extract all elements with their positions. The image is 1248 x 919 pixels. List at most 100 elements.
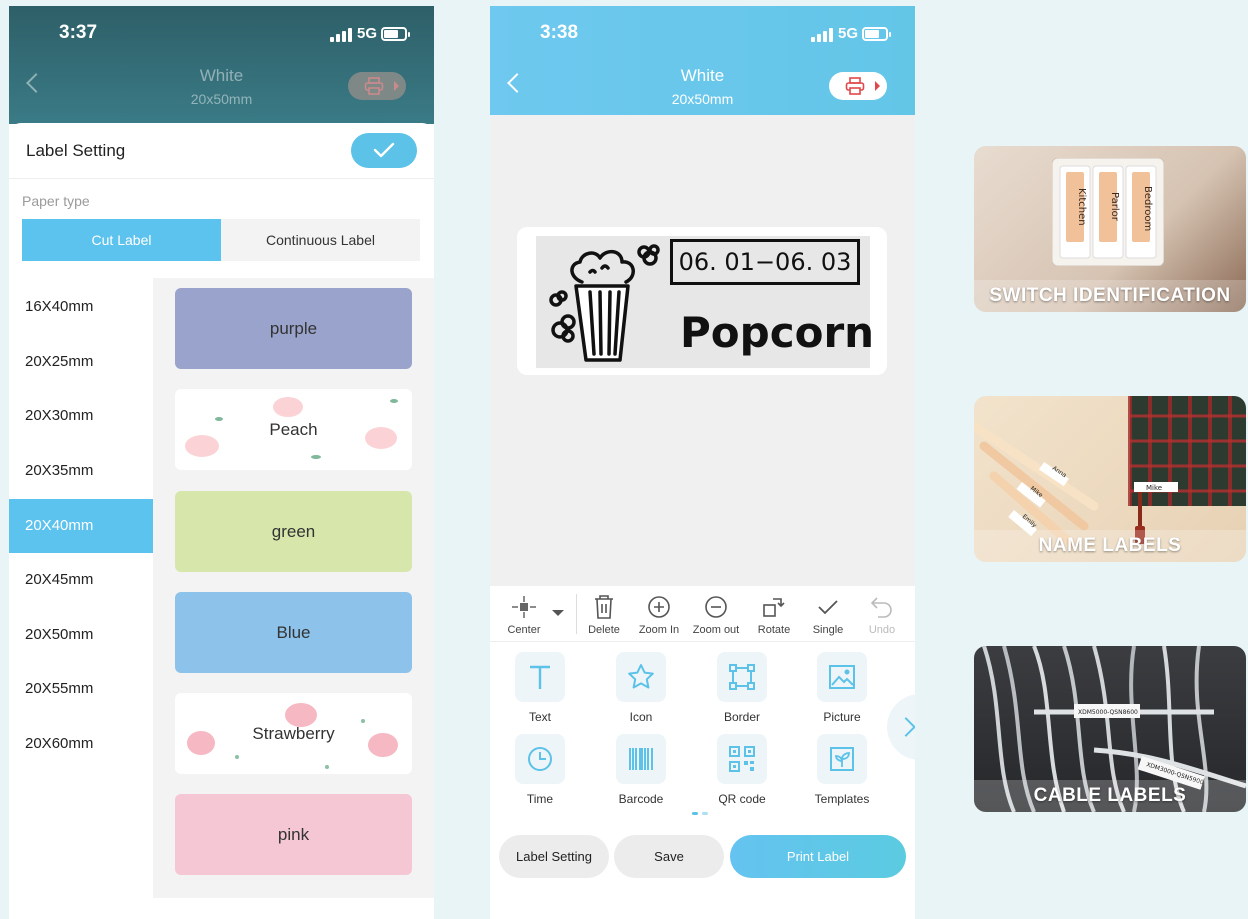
center-dropdown-icon[interactable]: [552, 610, 564, 616]
peach-decoration: [185, 435, 219, 457]
check-icon: [373, 142, 395, 158]
color-card-pink[interactable]: pink: [175, 794, 412, 875]
switch-label: Bedroom: [1142, 186, 1153, 231]
color-card-green[interactable]: green: [175, 491, 412, 572]
rotate-icon: [763, 598, 785, 617]
color-card-label: Peach: [269, 420, 318, 439]
rotate-tool[interactable]: Rotate: [752, 586, 796, 642]
tool-label: Rotate: [757, 624, 791, 636]
picture-icon: [817, 652, 867, 702]
size-option-selected[interactable]: 20X40mm: [9, 499, 153, 553]
date-text-element[interactable]: 06. 01−06. 03: [670, 239, 860, 285]
add-icon-button[interactable]: Icon: [601, 652, 681, 728]
network-type: 5G: [356, 25, 377, 42]
print-label-button[interactable]: Print Label: [730, 835, 906, 878]
templates-button[interactable]: Templates: [802, 734, 882, 810]
label-setting-sheet: Label Setting Paper type Cut Label Conti…: [9, 123, 434, 919]
cable-label: XDM5000-QSN8600: [1078, 709, 1138, 716]
printer-button[interactable]: [348, 72, 406, 100]
printer-button[interactable]: [829, 72, 887, 100]
printer-icon: [845, 77, 865, 95]
peach-decoration: [365, 427, 397, 449]
network-type: 5G: [837, 25, 858, 42]
tool-label: Single: [812, 624, 844, 636]
name-label: Mike: [1146, 484, 1162, 492]
size-color-panel: 16X40mm 20X25mm 20X30mm 20X35mm 20X40mm …: [9, 278, 434, 898]
tool-label: Center: [507, 624, 541, 636]
label-setting-screen: 3:37 5G White 20x50mm Label Setting Pape…: [9, 6, 434, 919]
cable-labels-card: XDM5000-QSN8600 XDM3000-QSN5900 CABLE LA…: [974, 646, 1246, 812]
label-canvas[interactable]: 06. 01−06. 03 Popcorn: [517, 227, 887, 375]
popcorn-icon: [549, 244, 660, 362]
page-indicator: [692, 812, 712, 816]
switch-label: Kitchen: [1076, 188, 1087, 226]
center-tool[interactable]: Center: [496, 586, 552, 642]
trash-icon: [595, 595, 613, 619]
add-border-button[interactable]: Border: [702, 652, 782, 728]
label-editor-screen: 3:38 5G White 20x50mm 06. 01−06. 03 Popc…: [490, 6, 915, 919]
size-option[interactable]: 20X55mm: [9, 662, 153, 716]
color-card-label: purple: [269, 319, 318, 338]
continuous-label-option[interactable]: Continuous Label: [221, 219, 420, 261]
element-label: QR code: [718, 792, 766, 806]
size-option[interactable]: 20X50mm: [9, 608, 153, 662]
light-switch-image: Kitchen Parlor Bedroom: [1052, 158, 1164, 266]
add-barcode-button[interactable]: Barcode: [601, 734, 681, 810]
size-list: 16X40mm 20X25mm 20X30mm 20X35mm 20X40mm …: [9, 278, 153, 898]
size-option[interactable]: 20X45mm: [9, 553, 153, 607]
leaf-decoration: [215, 417, 223, 421]
zoom-out-tool[interactable]: Zoom out: [688, 586, 744, 642]
element-label: Picture: [823, 710, 861, 724]
battery-icon: [381, 27, 410, 41]
text-icon: [515, 652, 565, 702]
templates-icon: [817, 734, 867, 784]
undo-tool[interactable]: Undo: [860, 586, 904, 642]
add-time-button[interactable]: Time: [500, 734, 580, 810]
color-card-blue[interactable]: Blue: [175, 592, 412, 673]
size-option[interactable]: 20X25mm: [9, 335, 153, 389]
size-option[interactable]: 20X35mm: [9, 444, 153, 498]
zoom-out-icon: [705, 596, 727, 618]
element-label: Templates: [814, 792, 870, 806]
border-icon: [717, 652, 767, 702]
dropdown-caret-icon: [875, 81, 880, 91]
add-text-button[interactable]: Text: [500, 652, 580, 728]
sheet-header: Label Setting: [9, 123, 434, 179]
title-text-element[interactable]: Popcorn: [680, 308, 874, 357]
nav-bar: White 20x50mm: [490, 58, 915, 118]
paper-type-label: Paper type: [22, 193, 90, 209]
tool-label: Zoom In: [638, 624, 680, 636]
dropdown-caret-icon: [394, 81, 399, 91]
tool-label: Zoom out: [692, 624, 740, 636]
color-card-peach[interactable]: Peach: [175, 389, 412, 470]
color-card-purple[interactable]: purple: [175, 288, 412, 369]
undo-icon: [870, 597, 892, 618]
next-page-arrow-icon[interactable]: [887, 694, 915, 760]
element-label: Icon: [629, 710, 653, 724]
status-time: 3:38: [540, 22, 579, 43]
sheet-title: Label Setting: [26, 141, 126, 160]
element-label: Border: [723, 710, 761, 724]
zoom-in-tool[interactable]: Zoom In: [634, 586, 684, 642]
element-label: Text: [528, 710, 551, 724]
delete-tool[interactable]: Delete: [582, 586, 626, 642]
add-qr-code-button[interactable]: QR code: [702, 734, 782, 810]
strawberry-decoration: [368, 733, 398, 757]
size-option[interactable]: 16X40mm: [9, 280, 153, 334]
color-card-strawberry[interactable]: Strawberry: [175, 693, 412, 774]
element-label: Barcode: [618, 792, 664, 806]
size-option[interactable]: 20X30mm: [9, 389, 153, 443]
status-time: 3:37: [59, 22, 98, 43]
label-setting-button[interactable]: Label Setting: [499, 835, 609, 878]
cut-label-option[interactable]: Cut Label: [22, 219, 221, 261]
feature-caption: SWITCH IDENTIFICATION: [974, 280, 1246, 312]
edit-toolbar: Center Delete Zoom In Zoom out Rotate Si…: [490, 586, 915, 642]
add-picture-button[interactable]: Picture: [802, 652, 882, 728]
bottom-action-bar: Label Setting Save Print Label: [490, 826, 915, 919]
save-button[interactable]: Save: [614, 835, 724, 878]
confirm-button[interactable]: [351, 133, 417, 168]
single-tool[interactable]: Single: [806, 586, 850, 642]
size-option[interactable]: 20X60mm: [9, 717, 153, 771]
dot-decoration: [325, 765, 329, 769]
leaf-decoration: [311, 455, 321, 459]
